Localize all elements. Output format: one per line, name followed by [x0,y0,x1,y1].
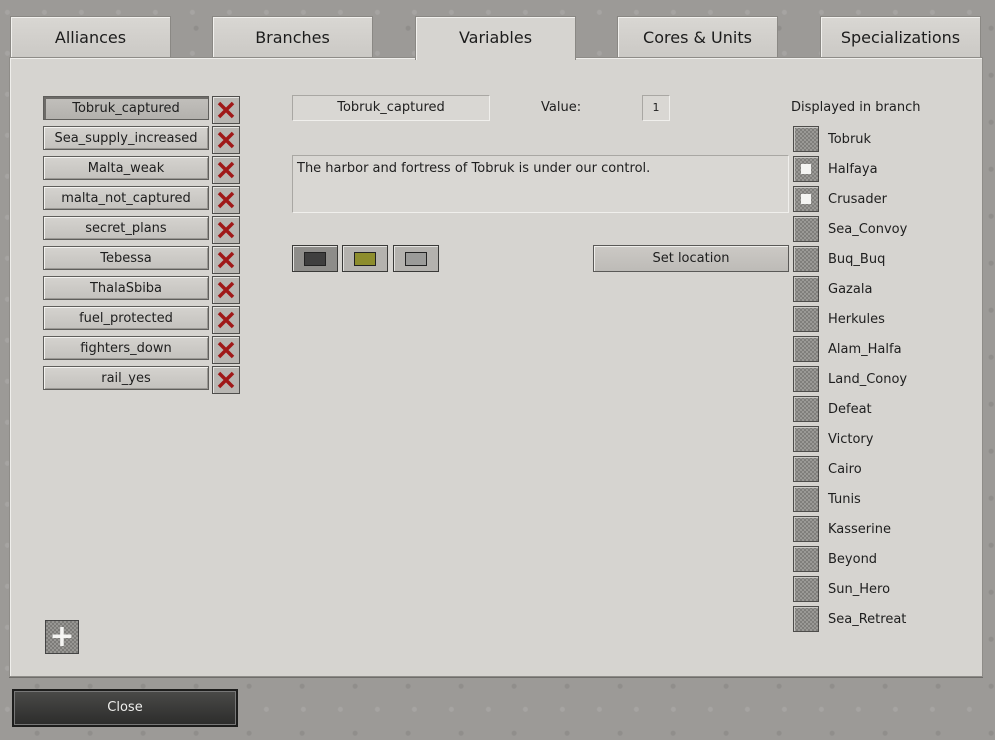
variable-item[interactable]: fighters_down [43,336,209,360]
delete-x-icon [217,131,235,149]
branch-label: Tunis [828,492,861,507]
branch-label: Halfaya [828,162,878,177]
delete-variable-button[interactable] [212,336,240,364]
branch-checkbox[interactable] [793,546,819,572]
branch-label: Alam_Halfa [828,342,902,357]
branch-label: Kasserine [828,522,892,537]
tab-specializations[interactable]: Specializations [820,16,981,57]
tab-variables[interactable]: Variables [415,16,576,60]
branch-checkbox[interactable] [793,396,819,422]
branch-checkbox[interactable] [793,576,819,602]
branch-checkbox[interactable] [793,456,819,482]
branch-label: Sun_Hero [828,582,891,597]
delete-variable-button[interactable] [212,156,240,184]
branch-label: Crusader [828,192,887,207]
branch-checkbox[interactable] [793,216,819,242]
set-location-button[interactable]: Set location [593,245,789,272]
variable-item[interactable]: secret_plans [43,216,209,240]
color-swatch-olive[interactable] [342,245,388,272]
branch-checkbox[interactable] [793,336,819,362]
variable-item[interactable]: fuel_protected [43,306,209,330]
branch-checkbox[interactable] [793,276,819,302]
branch-checkbox[interactable] [793,186,819,212]
delete-x-icon [217,371,235,389]
branch-label: Cairo [828,462,862,477]
delete-x-icon [217,251,235,269]
branch-checkbox[interactable] [793,606,819,632]
delete-variable-button[interactable] [212,246,240,274]
delete-x-icon [217,221,235,239]
branch-label: Herkules [828,312,885,327]
variable-item[interactable]: Sea_supply_increased [43,126,209,150]
branch-label: Land_Conoy [828,372,908,387]
delete-x-icon [217,311,235,329]
variable-item[interactable]: Tebessa [43,246,209,270]
branch-checkbox[interactable] [793,126,819,152]
branch-list-title: Displayed in branch [791,100,921,115]
branch-checkbox[interactable] [793,426,819,452]
checkmark-icon [801,194,811,204]
variable-item[interactable]: rail_yes [43,366,209,390]
tab-branches[interactable]: Branches [212,16,373,57]
branch-label: Beyond [828,552,878,567]
tab-cores-units[interactable]: Cores & Units [617,16,778,57]
variable-name-field[interactable]: Tobruk_captured [292,95,490,121]
branch-checkbox[interactable] [793,156,819,182]
value-label: Value: [541,100,582,115]
add-variable-button[interactable]: + [45,620,79,654]
branch-label: Sea_Convoy [828,222,908,237]
delete-x-icon [217,341,235,359]
delete-x-icon [217,161,235,179]
delete-variable-button[interactable] [212,276,240,304]
variable-item[interactable]: malta_not_captured [43,186,209,210]
color-swatch-dark[interactable] [292,245,338,272]
variable-item[interactable]: Malta_weak [43,156,209,180]
branch-checkbox[interactable] [793,516,819,542]
branch-checkbox[interactable] [793,366,819,392]
variable-item[interactable]: Tobruk_captured [43,96,209,120]
branch-checkbox[interactable] [793,246,819,272]
close-button[interactable]: Close [12,689,238,727]
branch-label: Sea_Retreat [828,612,907,627]
variable-item[interactable]: ThalaSbiba [43,276,209,300]
delete-variable-button[interactable] [212,186,240,214]
delete-variable-button[interactable] [212,96,240,124]
plus-icon: + [49,619,75,654]
checkmark-icon [801,164,811,174]
branch-label: Tobruk [828,132,872,147]
value-field[interactable]: 1 [642,95,670,121]
swatch-fill [405,252,427,266]
swatch-fill [304,252,326,266]
delete-x-icon [217,191,235,209]
tab-alliances[interactable]: Alliances [10,16,171,57]
branch-label: Defeat [828,402,872,417]
branch-label: Buq_Buq [828,252,886,267]
delete-variable-button[interactable] [212,366,240,394]
delete-variable-button[interactable] [212,126,240,154]
delete-variable-button[interactable] [212,306,240,334]
delete-x-icon [217,281,235,299]
color-swatch-grey[interactable] [393,245,439,272]
delete-x-icon [217,101,235,119]
branch-checkbox[interactable] [793,306,819,332]
delete-variable-button[interactable] [212,216,240,244]
branch-checkbox[interactable] [793,486,819,512]
branch-label: Gazala [828,282,873,297]
swatch-fill [354,252,376,266]
branch-label: Victory [828,432,874,447]
description-field[interactable]: The harbor and fortress of Tobruk is und… [292,155,789,213]
